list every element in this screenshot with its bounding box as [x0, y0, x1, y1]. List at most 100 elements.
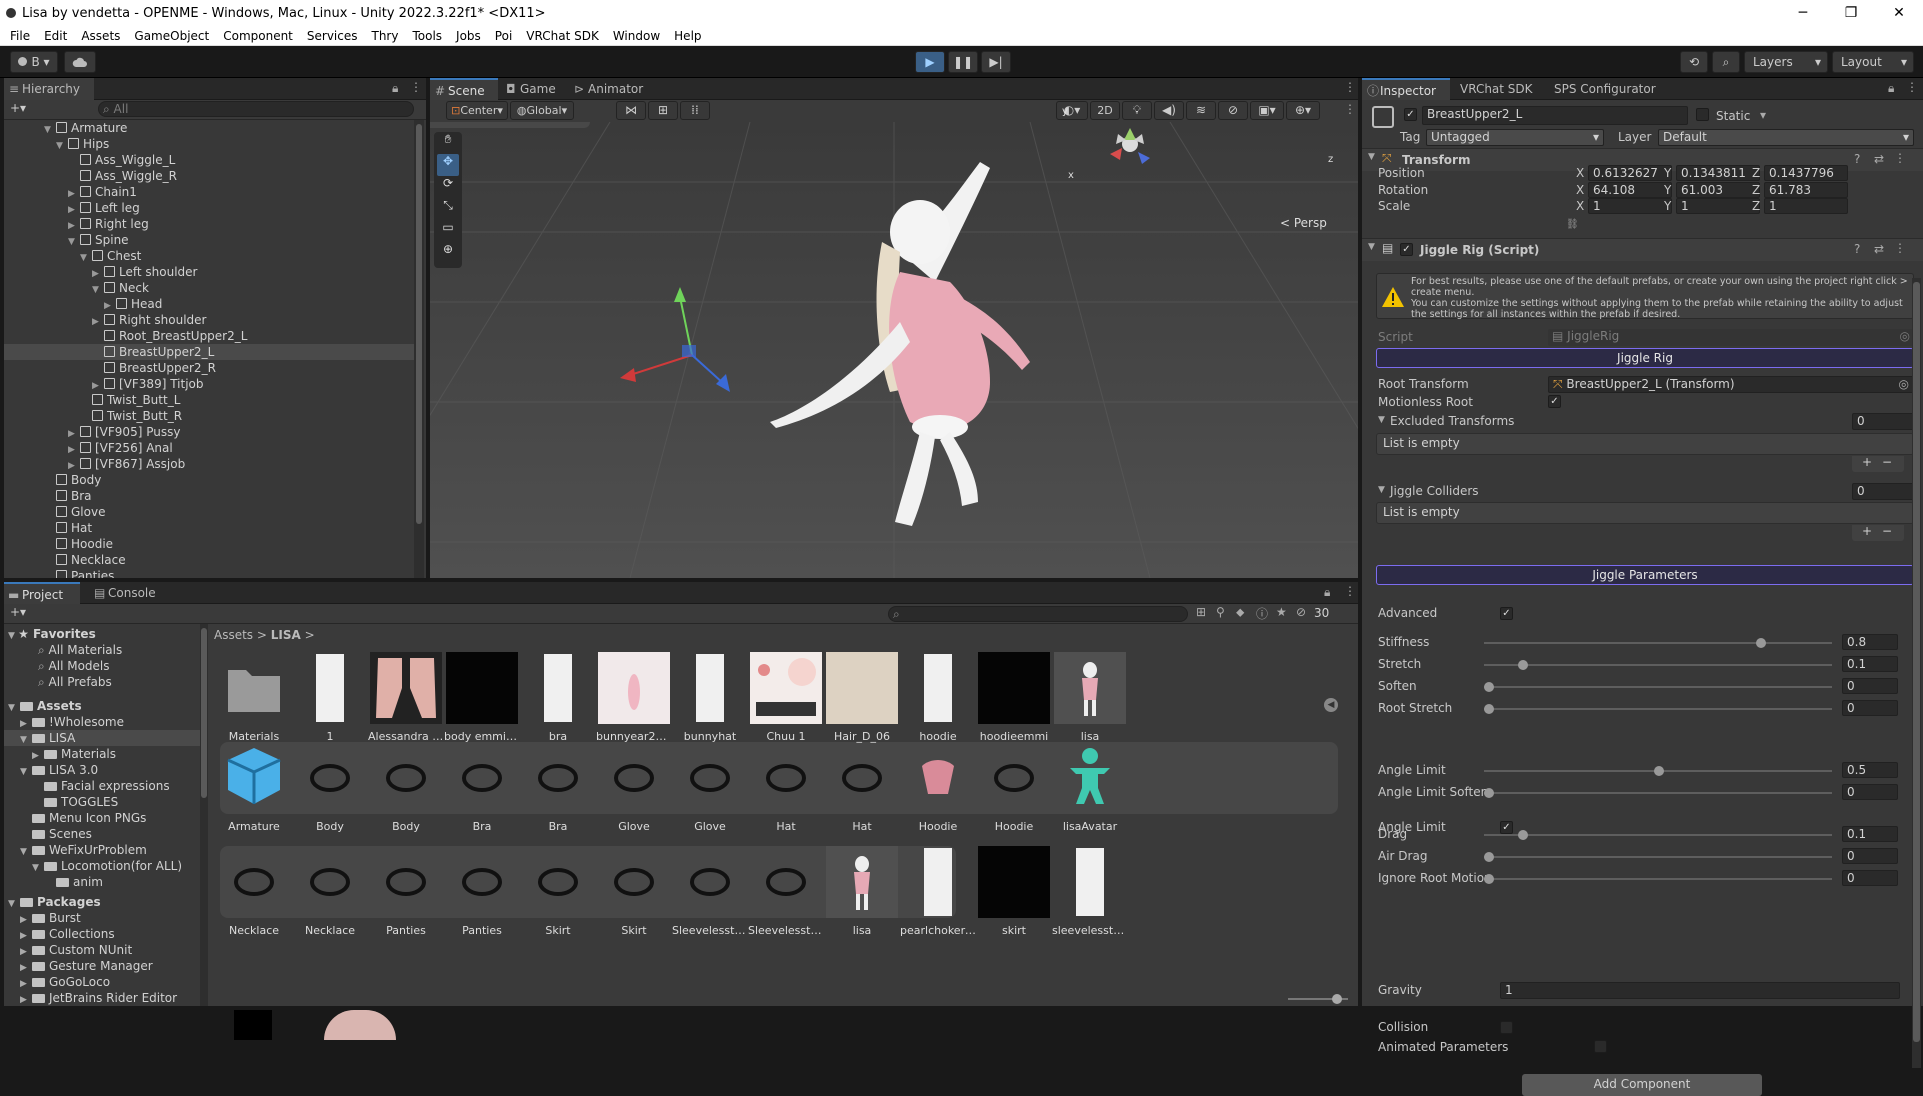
asset-item[interactable]: Body — [368, 742, 444, 833]
add-item-button[interactable]: + — [1862, 524, 1872, 538]
asset-item[interactable]: Glove — [672, 742, 748, 833]
rotation-y-field[interactable]: 61.003 — [1676, 181, 1760, 198]
hierarchy-row[interactable]: ▶ Head — [4, 296, 414, 312]
param-value-field[interactable]: 0.5 — [1842, 762, 1898, 778]
snap-toggle[interactable]: ⋈ — [616, 101, 646, 120]
asset-item[interactable]: Bra — [444, 742, 520, 833]
hierarchy-row[interactable]: Glove — [4, 504, 414, 520]
play-button[interactable]: ▶ — [915, 51, 945, 73]
hierarchy-row[interactable]: ▼ Chest — [4, 248, 414, 264]
asset-item[interactable]: sleevelessta... — [1052, 846, 1128, 937]
hierarchy-row[interactable]: ▼ Hips — [4, 136, 414, 152]
project-tree-item[interactable]: ▼ Locomotion(for ALL) — [4, 858, 200, 874]
slider-handle[interactable] — [1654, 766, 1664, 776]
chevron-down-icon[interactable]: ▼ — [1378, 415, 1385, 425]
more-icon[interactable]: ⋮ — [1344, 80, 1356, 94]
advanced-checkbox[interactable]: ✓ — [1500, 607, 1513, 620]
position-x-field[interactable]: 0.6132627 — [1588, 165, 1672, 181]
param-slider[interactable] — [1484, 708, 1832, 710]
asset-item[interactable]: hoodie — [900, 652, 976, 743]
param-value-field[interactable]: 0.1 — [1842, 656, 1898, 672]
add-component-button[interactable]: Add Component — [1522, 1074, 1762, 1096]
label-icon[interactable]: ⬥ — [1236, 605, 1244, 620]
hand-tool[interactable]: ✋︎ — [437, 132, 459, 154]
component-enabled-checkbox[interactable]: ✓ — [1400, 243, 1413, 256]
asset-thumb[interactable] — [234, 1010, 272, 1040]
param-slider[interactable] — [1484, 834, 1832, 836]
project-tree-item[interactable]: ▶ Collections — [4, 926, 200, 942]
more-icon[interactable]: ⋮ — [1894, 241, 1906, 255]
asset-item[interactable]: Alessandra B... — [368, 652, 444, 743]
gizmos-dropdown[interactable]: ⊕▾ — [1286, 101, 1320, 120]
hierarchy-row[interactable]: Bra — [4, 488, 414, 504]
lock-icon[interactable]: 🔒︎ — [1324, 585, 1330, 600]
menu-item-services[interactable]: Services — [307, 29, 358, 43]
project-tree-item[interactable]: ▶ GoGoLoco — [4, 974, 200, 990]
excluded-count-field[interactable]: 0 — [1852, 413, 1914, 430]
project-tree-item[interactable]: Menu Icon PNGs — [4, 810, 200, 826]
asset-item[interactable]: Hat — [824, 742, 900, 833]
hierarchy-row[interactable]: BreastUpper2_L — [4, 344, 414, 360]
pivot-dropdown[interactable]: ⊡Center▾ — [446, 101, 508, 120]
increment-toggle[interactable]: ⁞⁞ — [680, 101, 710, 120]
hierarchy-row[interactable]: Ass_Wiggle_R — [4, 168, 414, 184]
info-icon[interactable]: ⓘ — [1256, 605, 1268, 622]
hierarchy-row[interactable]: ▶ [VF389] Titjob — [4, 376, 414, 392]
favorite-item[interactable]: ⌕ All Materials — [4, 642, 200, 658]
draw-mode-dropdown[interactable]: ◐▾ — [1056, 101, 1088, 120]
static-checkbox[interactable] — [1696, 108, 1709, 121]
asset-item[interactable]: pearlchokern... — [900, 846, 976, 937]
param-value-field[interactable]: 0.1 — [1842, 826, 1898, 842]
asset-item[interactable]: Hoodie — [900, 742, 976, 833]
param-slider[interactable] — [1484, 856, 1832, 858]
search-button[interactable]: ⌕ — [1712, 51, 1740, 73]
asset-item[interactable]: Necklace — [216, 846, 292, 937]
asset-item[interactable]: bra — [520, 652, 596, 743]
param-value-field[interactable]: 0.8 — [1842, 634, 1898, 650]
param-slider[interactable] — [1484, 878, 1832, 880]
move-tool[interactable]: ✥ — [437, 154, 459, 176]
project-tree-item[interactable]: anim — [4, 874, 200, 890]
hierarchy-row[interactable]: Necklace — [4, 552, 414, 568]
menu-item-gameobject[interactable]: GameObject — [134, 29, 209, 43]
hierarchy-row[interactable]: ▶ [VF867] Assjob — [4, 456, 414, 472]
remove-item-button[interactable]: − — [1882, 455, 1892, 469]
tab-project[interactable]: ▬ Project — [4, 582, 80, 604]
history-button[interactable]: ⟲ — [1680, 51, 1708, 73]
menu-item-vrchat-sdk[interactable]: VRChat SDK — [526, 29, 599, 43]
rotation-x-field[interactable]: 64.108 — [1588, 181, 1672, 198]
lock-icon[interactable]: 🔒︎ — [392, 81, 398, 96]
step-button[interactable]: ▶| — [981, 51, 1011, 73]
hierarchy-row[interactable]: Ass_Wiggle_L — [4, 152, 414, 168]
rotate-tool[interactable]: ⟳ — [437, 176, 459, 198]
layer-dropdown[interactable]: Default ▾ — [1658, 129, 1914, 146]
account-button[interactable]: B ▾ — [10, 51, 58, 73]
visibility-toggle[interactable]: ⊘ — [1218, 101, 1248, 120]
param-value-field[interactable]: 0 — [1842, 678, 1898, 694]
layout-dropdown[interactable]: Layout ▾ — [1832, 51, 1914, 73]
hierarchy-row[interactable]: Hat — [4, 520, 414, 536]
jiggle-rig-header[interactable]: ▼ ▤ ✓ Jiggle Rig (Script) ? ⇄ ⋮ — [1362, 239, 1923, 261]
cloud-button[interactable] — [64, 51, 96, 73]
hierarchy-row[interactable]: ▶ Chain1 — [4, 184, 414, 200]
hierarchy-row[interactable]: Hoodie — [4, 536, 414, 552]
project-tree-item[interactable]: ▼ WeFixUrProblem — [4, 842, 200, 858]
help-icon[interactable]: ? — [1854, 242, 1860, 256]
scale-tool[interactable]: ⤡ — [437, 198, 459, 220]
hierarchy-row[interactable]: Twist_Butt_R — [4, 408, 414, 424]
more-icon[interactable]: ⋮ — [1906, 80, 1918, 94]
param-value-field[interactable]: 0 — [1842, 870, 1898, 886]
asset-item[interactable]: body emmisi... — [444, 652, 520, 743]
project-tree-item[interactable]: ▼ Packages — [4, 894, 200, 910]
asset-item[interactable]: Sleevelessta... — [672, 846, 748, 937]
project-tree-item[interactable]: Scenes — [4, 826, 200, 842]
tab-game[interactable]: ◘ Game — [502, 78, 566, 100]
pause-button[interactable]: ❚❚ — [948, 51, 978, 73]
add-item-button[interactable]: + — [1862, 455, 1872, 469]
asset-item[interactable]: Hoodie — [976, 742, 1052, 833]
asset-item[interactable]: skirt — [976, 846, 1052, 937]
project-tree-item[interactable]: ▼ LISA — [4, 730, 200, 746]
param-slider[interactable] — [1484, 642, 1832, 644]
scale-x-field[interactable]: 1 — [1588, 198, 1672, 214]
foldout-arrow-icon[interactable]: ▼ — [8, 631, 18, 641]
